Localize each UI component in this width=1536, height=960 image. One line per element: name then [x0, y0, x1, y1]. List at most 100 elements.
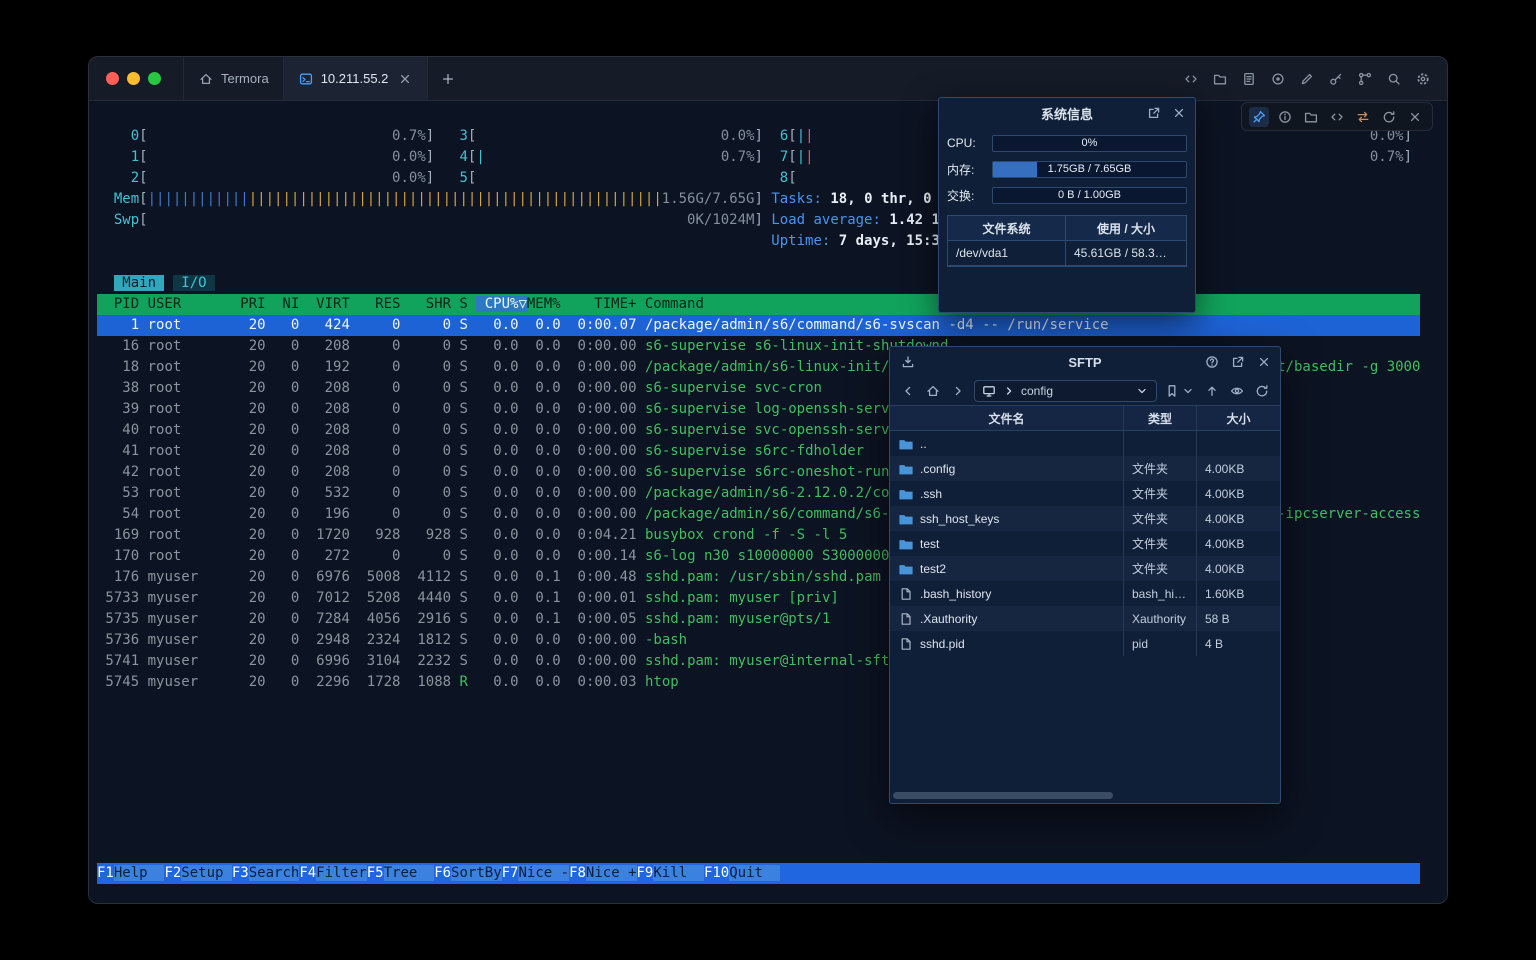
refresh-icon — [1381, 109, 1397, 125]
code-button[interactable] — [1327, 107, 1347, 127]
close-icon — [397, 71, 413, 87]
folder-button[interactable] — [1210, 69, 1229, 88]
eye-icon — [1229, 383, 1245, 399]
fn-f9[interactable]: F9Kill — [637, 865, 704, 881]
quick-access-toolbar — [1241, 102, 1433, 131]
external-button[interactable] — [1146, 105, 1162, 121]
refresh-button[interactable] — [1379, 107, 1399, 127]
zoom-window-button[interactable] — [148, 72, 161, 85]
file-row[interactable]: .config 文件夹 4.00KB — [890, 456, 1280, 481]
keymap-icon — [1357, 71, 1373, 87]
question-icon — [1204, 354, 1220, 370]
current-directory: config — [1021, 384, 1053, 398]
plus-icon[interactable] — [440, 71, 456, 87]
new-tab-button[interactable] — [428, 57, 468, 100]
gear-button[interactable] — [1413, 69, 1432, 88]
horizontal-scrollbar[interactable] — [893, 792, 1113, 799]
fn-f1[interactable]: F1Help — [97, 865, 164, 881]
terminal-line: Swp[ 0K/1024M] Load average: 1.42 1.19 1… — [97, 210, 1420, 231]
fn-f8[interactable]: F8Nice + — [569, 865, 636, 881]
terminal-line: 0[ 0.7%] 3[ 0.0%] 6[|| 0.0%] — [97, 126, 1420, 147]
pin-button[interactable] — [1249, 107, 1269, 127]
file-row[interactable]: test2 文件夹 4.00KB — [890, 556, 1280, 581]
fn-f5[interactable]: F5Tree — [367, 865, 434, 881]
external-button[interactable] — [1230, 354, 1246, 370]
up-button[interactable] — [1203, 382, 1221, 400]
file-row[interactable]: .bash_history bash_hi… 1.60KB — [890, 581, 1280, 606]
tab-label: 10.211.55.2 — [321, 71, 389, 86]
fs-table-row[interactable]: /dev/vda145.61GB / 58.3… — [948, 241, 1186, 266]
forward-button[interactable] — [949, 382, 967, 400]
terminal-line: 2[ 0.0%] 5[ 8[ — [97, 168, 1420, 189]
code-icon — [1183, 71, 1199, 87]
file-row[interactable]: .Xauthority Xauthority 58 B — [890, 606, 1280, 631]
close-tab-icon[interactable] — [397, 71, 413, 87]
back-button[interactable] — [899, 382, 917, 400]
bookmarks-button[interactable] — [1164, 383, 1196, 399]
metric-label: 内存: — [947, 161, 987, 178]
folder-button[interactable] — [1301, 107, 1321, 127]
fn-f10[interactable]: F10Quit — [704, 865, 780, 881]
path-breadcrumb[interactable]: config — [974, 380, 1157, 402]
system-info-title: 系统信息 — [1041, 104, 1093, 123]
close-icon — [1407, 109, 1423, 125]
close-button[interactable] — [1405, 107, 1425, 127]
file-table-header: 文件名类型大小 — [890, 405, 1280, 431]
file-icon — [898, 586, 914, 602]
fn-f2[interactable]: F2Setup — [164, 865, 231, 881]
tab-label: Termora — [221, 71, 269, 86]
close-window-button[interactable] — [106, 72, 119, 85]
key-button[interactable] — [1326, 69, 1345, 88]
fn-f3[interactable]: F3Search — [232, 865, 299, 881]
file-row[interactable]: sshd.pid pid 4 B — [890, 631, 1280, 656]
filesystem-table: 文件系统使用 / 大小/dev/vda145.61GB / 58.3… — [947, 215, 1187, 267]
keymap-button[interactable] — [1355, 69, 1374, 88]
code-button[interactable] — [1181, 69, 1200, 88]
download-icon[interactable] — [900, 354, 916, 370]
file-row[interactable]: test 文件夹 4.00KB — [890, 531, 1280, 556]
sftp-titlebar: SFTP — [890, 347, 1280, 377]
file-list-icon — [1241, 71, 1257, 87]
metric-value: 1.75GB / 7.65GB — [993, 162, 1186, 177]
fn-f4[interactable]: F4Filter — [299, 865, 366, 881]
refresh-button[interactable] — [1253, 382, 1271, 400]
transfers-button[interactable] — [900, 354, 916, 370]
sftp-window: SFTP config 文件名类型大小 .. .config 文件夹 4.00K… — [889, 346, 1281, 804]
home-icon — [198, 71, 214, 87]
edit-button[interactable] — [1297, 69, 1316, 88]
column-type[interactable]: 类型 — [1124, 406, 1197, 430]
question-button[interactable] — [1204, 354, 1220, 370]
system-info-titlebar: 系统信息 — [939, 98, 1195, 128]
file-row[interactable]: .ssh 文件夹 4.00KB — [890, 481, 1280, 506]
terminal-line: 1[ 0.0%] 4[| 0.7%] 7[|| 0.7%] — [97, 147, 1420, 168]
column-size[interactable]: 大小 — [1197, 406, 1280, 430]
fn-f6[interactable]: F6SortBy — [434, 865, 501, 881]
tab-termora[interactable]: Termora — [183, 57, 283, 100]
column-name[interactable]: 文件名 — [890, 406, 1124, 430]
file-row[interactable]: .. — [890, 431, 1280, 456]
fn-f7[interactable]: F7Nice - — [502, 865, 569, 881]
transfer-button[interactable] — [1353, 107, 1373, 127]
terminal-icon — [298, 71, 314, 87]
file-row[interactable]: ssh_host_keys 文件夹 4.00KB — [890, 506, 1280, 531]
info-button[interactable] — [1275, 107, 1295, 127]
eye-button[interactable] — [1228, 382, 1246, 400]
system-metrics: CPU: 0% 内存: 1.75GB / 7.65GB 交换: 0 B / 1.… — [939, 128, 1195, 208]
record-button[interactable] — [1268, 69, 1287, 88]
minimize-window-button[interactable] — [127, 72, 140, 85]
home-button[interactable] — [924, 382, 942, 400]
up-icon — [1204, 383, 1220, 399]
external-icon — [1146, 105, 1162, 121]
close-button[interactable] — [1171, 105, 1187, 121]
tab-session[interactable]: 10.211.55.2 — [283, 57, 429, 100]
file-table-body: .. .config 文件夹 4.00KB .ssh 文件夹 4.00KB ss… — [890, 431, 1280, 803]
file-list-button[interactable] — [1239, 69, 1258, 88]
sftp-title: SFTP — [1068, 355, 1101, 370]
record-icon — [1270, 71, 1286, 87]
close-icon — [1256, 354, 1272, 370]
close-button[interactable] — [1256, 354, 1272, 370]
metric-row: 内存: 1.75GB / 7.65GB — [947, 156, 1187, 182]
metric-value: 0% — [993, 136, 1186, 151]
forward-icon — [950, 383, 966, 399]
search-button[interactable] — [1384, 69, 1403, 88]
